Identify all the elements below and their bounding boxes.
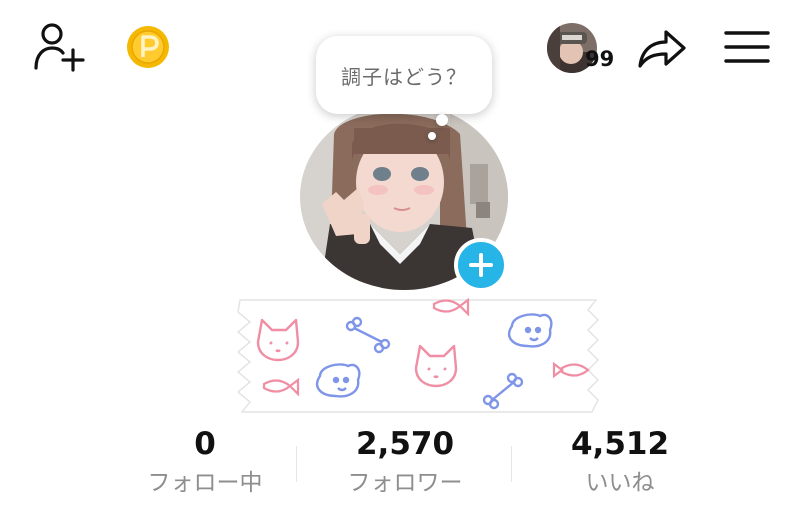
likes-label: いいね xyxy=(585,470,655,496)
tape-pattern xyxy=(236,297,600,413)
followers-label: フォロワー xyxy=(347,470,463,496)
bubble-tail-dot xyxy=(436,114,448,126)
following-stat[interactable]: 0 フォロー中 xyxy=(125,424,285,500)
share-button[interactable] xyxy=(634,24,690,72)
share-icon xyxy=(638,30,686,68)
stat-divider xyxy=(296,446,297,482)
followers-count: 2,570 xyxy=(355,426,455,462)
status-text: 調子はどう？ xyxy=(341,64,467,89)
add-user-icon xyxy=(34,23,85,72)
followers-stat[interactable]: 2,570 フォロワー xyxy=(320,424,490,500)
stat-divider xyxy=(511,446,512,482)
add-photo-button[interactable] xyxy=(454,238,508,292)
status-bubble[interactable]: 調子はどう？ xyxy=(316,36,492,114)
likes-count: 4,512 xyxy=(570,426,670,462)
following-label: フォロー中 xyxy=(147,470,263,496)
bubble-tail-dot-small xyxy=(428,132,436,140)
coin-icon xyxy=(127,26,169,68)
likes-stat[interactable]: 4,512 いいね xyxy=(535,424,705,500)
add-friend-button[interactable] xyxy=(32,22,88,72)
masking-tape-decoration xyxy=(236,296,600,416)
menu-button[interactable] xyxy=(722,26,772,68)
visitor-count-badge: 99 xyxy=(585,47,615,71)
plus-icon xyxy=(469,253,493,277)
following-count: 0 xyxy=(194,426,216,462)
coin-button[interactable] xyxy=(126,25,170,69)
menu-icon xyxy=(724,31,770,63)
